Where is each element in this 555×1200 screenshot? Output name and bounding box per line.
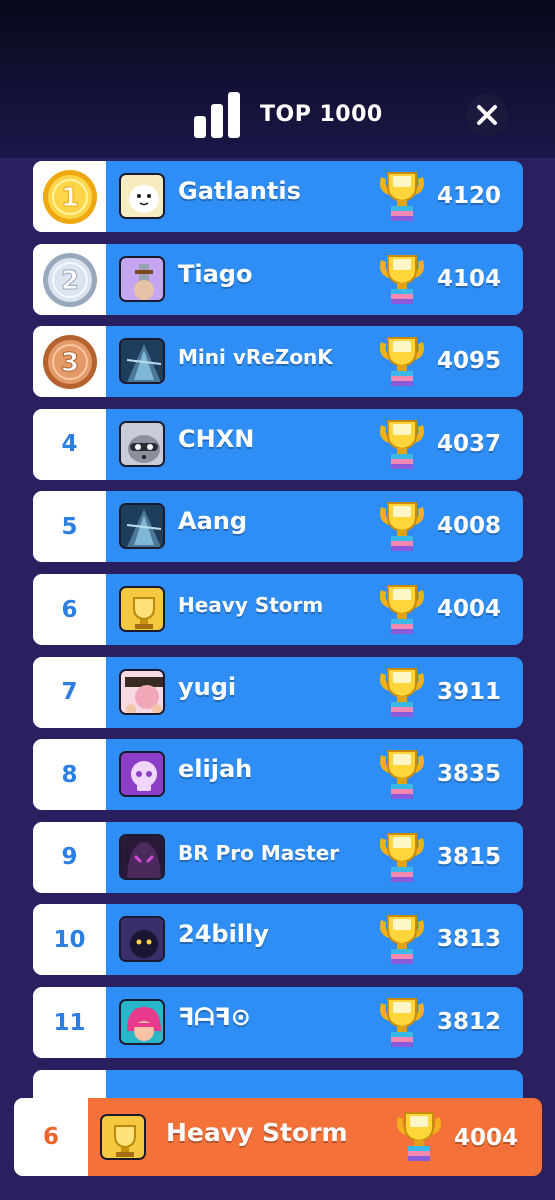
trophy-icon [380,502,424,552]
svg-text:1: 1 [61,183,79,213]
player-name: Heavy Storm [178,593,324,617]
rank-number: 9 [61,844,78,871]
tower-avatar [119,338,165,385]
page-title: TOP 1000 [260,102,383,127]
trophy-icon [380,998,424,1047]
leaderboard-row[interactable]: 1 Gatlantis 4120 [33,161,523,232]
rank-number: 4 [61,431,78,458]
trophy-icon [380,667,424,717]
trophy-icon [380,337,424,387]
player-name: Tiago [178,259,253,288]
player-score: 4008 [436,513,501,540]
trophy-icon [397,1112,441,1161]
player-name: BR Pro Master [178,840,340,865]
leaderboard-row[interactable]: 3 Mini vReZonK 4095 [33,326,523,398]
close-button[interactable] [466,94,508,136]
player-score: 3911 [436,678,501,705]
trophy-icon [380,254,424,304]
player-score: 4004 [436,596,501,622]
rank-number: 8 [61,761,78,788]
player-name: 24billy [178,920,269,949]
knight-avatar [119,255,165,302]
trophy-icon [380,750,424,800]
svg-text:3: 3 [61,348,79,378]
brawler-avatar [119,668,165,715]
player-score: 4037 [436,430,501,457]
player-score: 4095 [436,348,501,375]
trophy-icon [380,832,424,882]
leaderboard-row[interactable]: 9 BR Pro Master 3815 [33,821,523,893]
leaderboard-row[interactable]: 7 yugi 3911 [33,656,523,728]
trophy-avatar [119,586,165,632]
player-name: Gatlantis [178,177,301,205]
ghost-avatar [119,173,165,219]
current-player-score: 4004 [453,1125,518,1151]
player-score: 3812 [436,1009,501,1035]
skull-avatar [119,751,165,798]
hood-avatar [119,833,165,880]
player-score: 3813 [436,926,501,953]
leaderboard-row[interactable]: 11 ꟻᗩꟻ⊙ 3812 [33,987,523,1058]
trophy-icon [380,172,424,221]
player-name: CHXN [178,424,255,453]
pink-hair-avatar [119,999,165,1045]
bar-chart-icon [194,92,240,138]
player-score: 3815 [436,843,501,870]
current-player-rank: 6 [42,1124,59,1150]
player-name: Aang [178,507,248,536]
close-icon [477,105,497,125]
player-name: elijah [178,755,253,784]
trophy-icon [380,585,424,634]
leaderboard-row[interactable]: 5 Aang 4008 [33,491,523,563]
tower-avatar [119,503,165,550]
leaderboard-row[interactable]: 2 Tiago 4104 [33,243,523,315]
current-player-name: Heavy Storm [166,1118,348,1147]
svg-text:2: 2 [61,266,79,296]
rank-number: 11 [53,1009,86,1036]
player-name: Mini vReZonK [178,345,333,370]
raccoon-avatar [119,420,165,467]
rank-number: 6 [61,596,78,623]
current-player-row[interactable]: 6 Heavy Storm 4004 [14,1098,542,1176]
player-score: 3835 [436,761,501,788]
shadow-avatar [119,916,165,963]
leaderboard-row[interactable]: 8 elijah 3835 [33,739,523,811]
trophy-icon [380,419,424,469]
header: TOP 1000 [0,88,555,148]
trophy-icon [380,915,424,965]
player-score: 4120 [436,183,501,209]
rank-number: 7 [61,679,78,706]
silver-medal-icon: 2 [41,251,99,309]
player-name: yugi [178,672,237,701]
leaderboard-row[interactable]: 6 Heavy Storm 4004 [33,574,523,645]
trophy-avatar [100,1114,146,1160]
rank-number: 10 [53,926,86,953]
bronze-medal-icon: 3 [41,333,99,391]
player-score: 4104 [436,265,501,292]
gold-medal-icon: 1 [41,168,99,226]
leaderboard-row[interactable]: 10 24billy 3813 [33,904,523,976]
rank-number: 5 [61,513,78,540]
player-name: ꟻᗩꟻ⊙ [178,1003,251,1031]
leaderboard-row[interactable]: 4 CHXN 4037 [33,408,523,480]
